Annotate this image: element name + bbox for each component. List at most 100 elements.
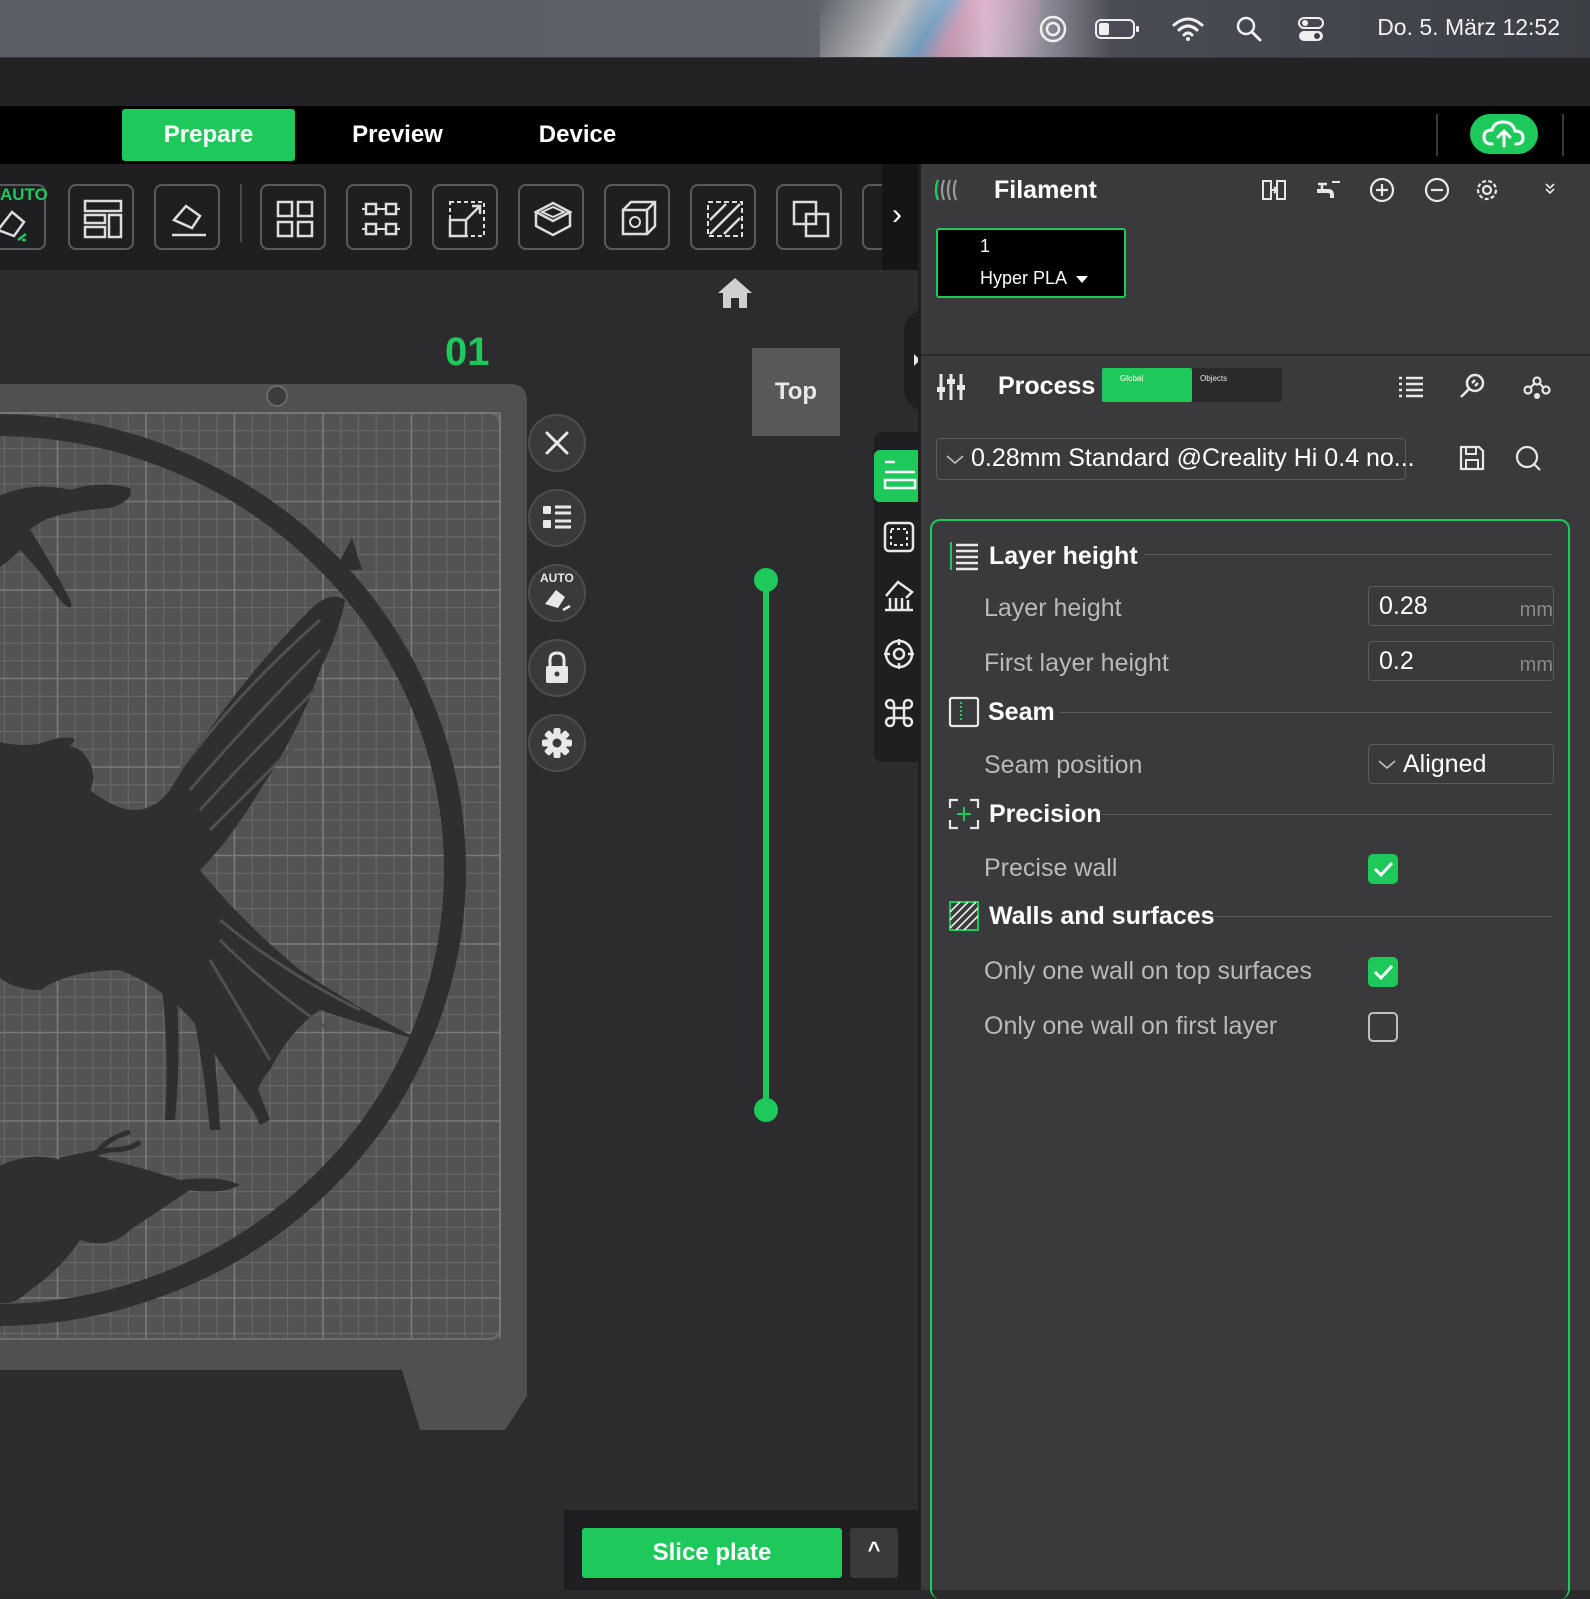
one-wall-first-checkbox[interactable] [1368,1012,1398,1042]
split-parts-tool[interactable] [346,184,412,250]
checkmark-icon [1373,861,1394,878]
view-cube-top[interactable]: Top [752,348,840,436]
plate-number[interactable]: 01 [445,330,490,375]
split-objects-icon [276,200,314,238]
toggle-objects[interactable]: Objects [1200,374,1227,383]
cut-icon [707,201,743,237]
spotlight-search-icon[interactable] [1234,14,1264,44]
target-icon [884,639,914,669]
remove-filament-icon[interactable] [1423,176,1451,204]
home-view-icon[interactable] [716,276,754,310]
checkmark-icon [1373,964,1394,981]
boolean-tool[interactable] [776,184,842,250]
toolbar-expand-button[interactable]: › [882,164,918,270]
slice-plate-button[interactable]: Slice plate [582,1528,842,1578]
cloud-upload-icon [1482,120,1525,148]
filament-slot-1[interactable]: 1 Hyper PLA [936,228,1126,298]
lock-button[interactable] [528,639,586,697]
category-layer-height[interactable] [874,450,924,502]
seam-position-dropdown[interactable]: Aligned [1368,744,1554,784]
menubar-clock[interactable]: Do. 5. März 12:52 [1377,14,1560,41]
precision-group-title: Precision [989,800,1102,828]
wifi-icon[interactable] [1172,14,1204,44]
settings-button[interactable] [528,714,586,772]
cut-tool[interactable] [690,184,756,250]
tabbar-divider [1436,114,1438,156]
category-speed[interactable] [882,637,916,671]
delete-button[interactable] [528,414,586,472]
layer-slider-top-handle[interactable] [754,568,778,592]
layer-slider-track[interactable] [763,580,769,1110]
slice-options-button[interactable]: ^ [850,1528,898,1578]
settings-category-strip [874,432,924,762]
chevron-down-icon [946,455,964,465]
advanced-settings-icon[interactable] [1458,372,1488,402]
flush-volume-icon[interactable] [1314,176,1342,204]
auto-orient-tool[interactable]: AUTO [0,184,48,250]
compare-presets-icon[interactable] [1522,372,1552,402]
tabbar-divider-right [1562,114,1564,156]
split-objects-tool[interactable] [260,184,326,250]
cloud-upload-button[interactable] [1470,114,1538,154]
process-list-icon[interactable] [1396,372,1426,402]
tab-prepare[interactable]: Prepare [122,109,295,161]
filament-settings-gear-icon[interactable] [1473,176,1501,204]
save-preset-icon[interactable] [1458,444,1486,472]
tab-preview[interactable]: Preview [330,109,465,161]
one-wall-top-label: Only one wall on top surfaces [984,957,1312,985]
process-sliders-icon [936,372,966,402]
auto-label: AUTO [0,185,48,204]
category-support[interactable] [882,578,916,612]
first-layer-height-input[interactable]: 0.2 mm [1368,641,1554,681]
precise-wall-checkbox[interactable] [1368,854,1398,884]
layer-height-value: 0.28 [1379,592,1428,620]
layer-height-label: Layer height [984,594,1122,622]
section-divider [921,354,1590,356]
support-icon [885,580,914,612]
frame-icon [883,521,915,553]
object-list-button[interactable] [528,489,586,547]
hollow-tool[interactable] [518,184,584,250]
global-objects-toggle[interactable]: Global Objects [1102,368,1282,402]
scale-tool[interactable] [432,184,498,250]
panel-divider [918,164,921,1590]
toggle-global[interactable]: Global [1102,368,1192,402]
walls-group-title: Walls and surfaces [989,902,1215,930]
process-preset-dropdown[interactable]: 0.28mm Standard @Creality Hi 0.4 no... [936,438,1415,480]
command-icon [884,698,914,728]
close-icon [545,431,569,455]
screen-mirror-icon[interactable] [1038,14,1068,44]
lay-on-face-tool[interactable] [154,184,220,250]
layer-slider-bottom-handle[interactable] [754,1098,778,1122]
layer-height-input[interactable]: 0.28 mm [1368,586,1554,626]
walls-group-icon [948,900,980,932]
build-plate-scene [0,384,527,1430]
group-rule [1060,712,1552,713]
seam-group-icon [948,696,980,728]
arrange-tool[interactable] [68,184,134,250]
tab-device[interactable]: Device [510,109,645,161]
group-rule [1212,916,1552,917]
category-strength[interactable] [882,520,916,554]
split-parts-icon [362,202,400,236]
3d-viewport[interactable]: 01 Top AUTO Slice plate ^ [0,270,924,1590]
arrange-icon [83,199,123,239]
one-wall-top-checkbox[interactable] [1368,957,1398,987]
battery-icon[interactable] [1094,14,1142,44]
search-settings-icon[interactable] [1514,444,1542,472]
sync-filament-icon[interactable] [1260,176,1288,204]
cube-tool[interactable] [604,184,670,250]
chevron-down-icon[interactable] [1542,180,1558,196]
seam-group-title: Seam [988,698,1055,726]
lock-icon [546,651,568,683]
list-icon [543,505,571,529]
control-center-icon[interactable] [1296,14,1326,44]
first-layer-height-label: First layer height [984,649,1169,677]
eraser-icon [0,210,27,242]
add-filament-icon[interactable] [1368,176,1396,204]
auto-orient-button[interactable]: AUTO [528,564,586,622]
cube-icon [621,200,657,236]
hollow-box-icon [533,201,573,237]
category-others[interactable] [882,696,916,730]
lay-on-face-icon [171,204,206,237]
